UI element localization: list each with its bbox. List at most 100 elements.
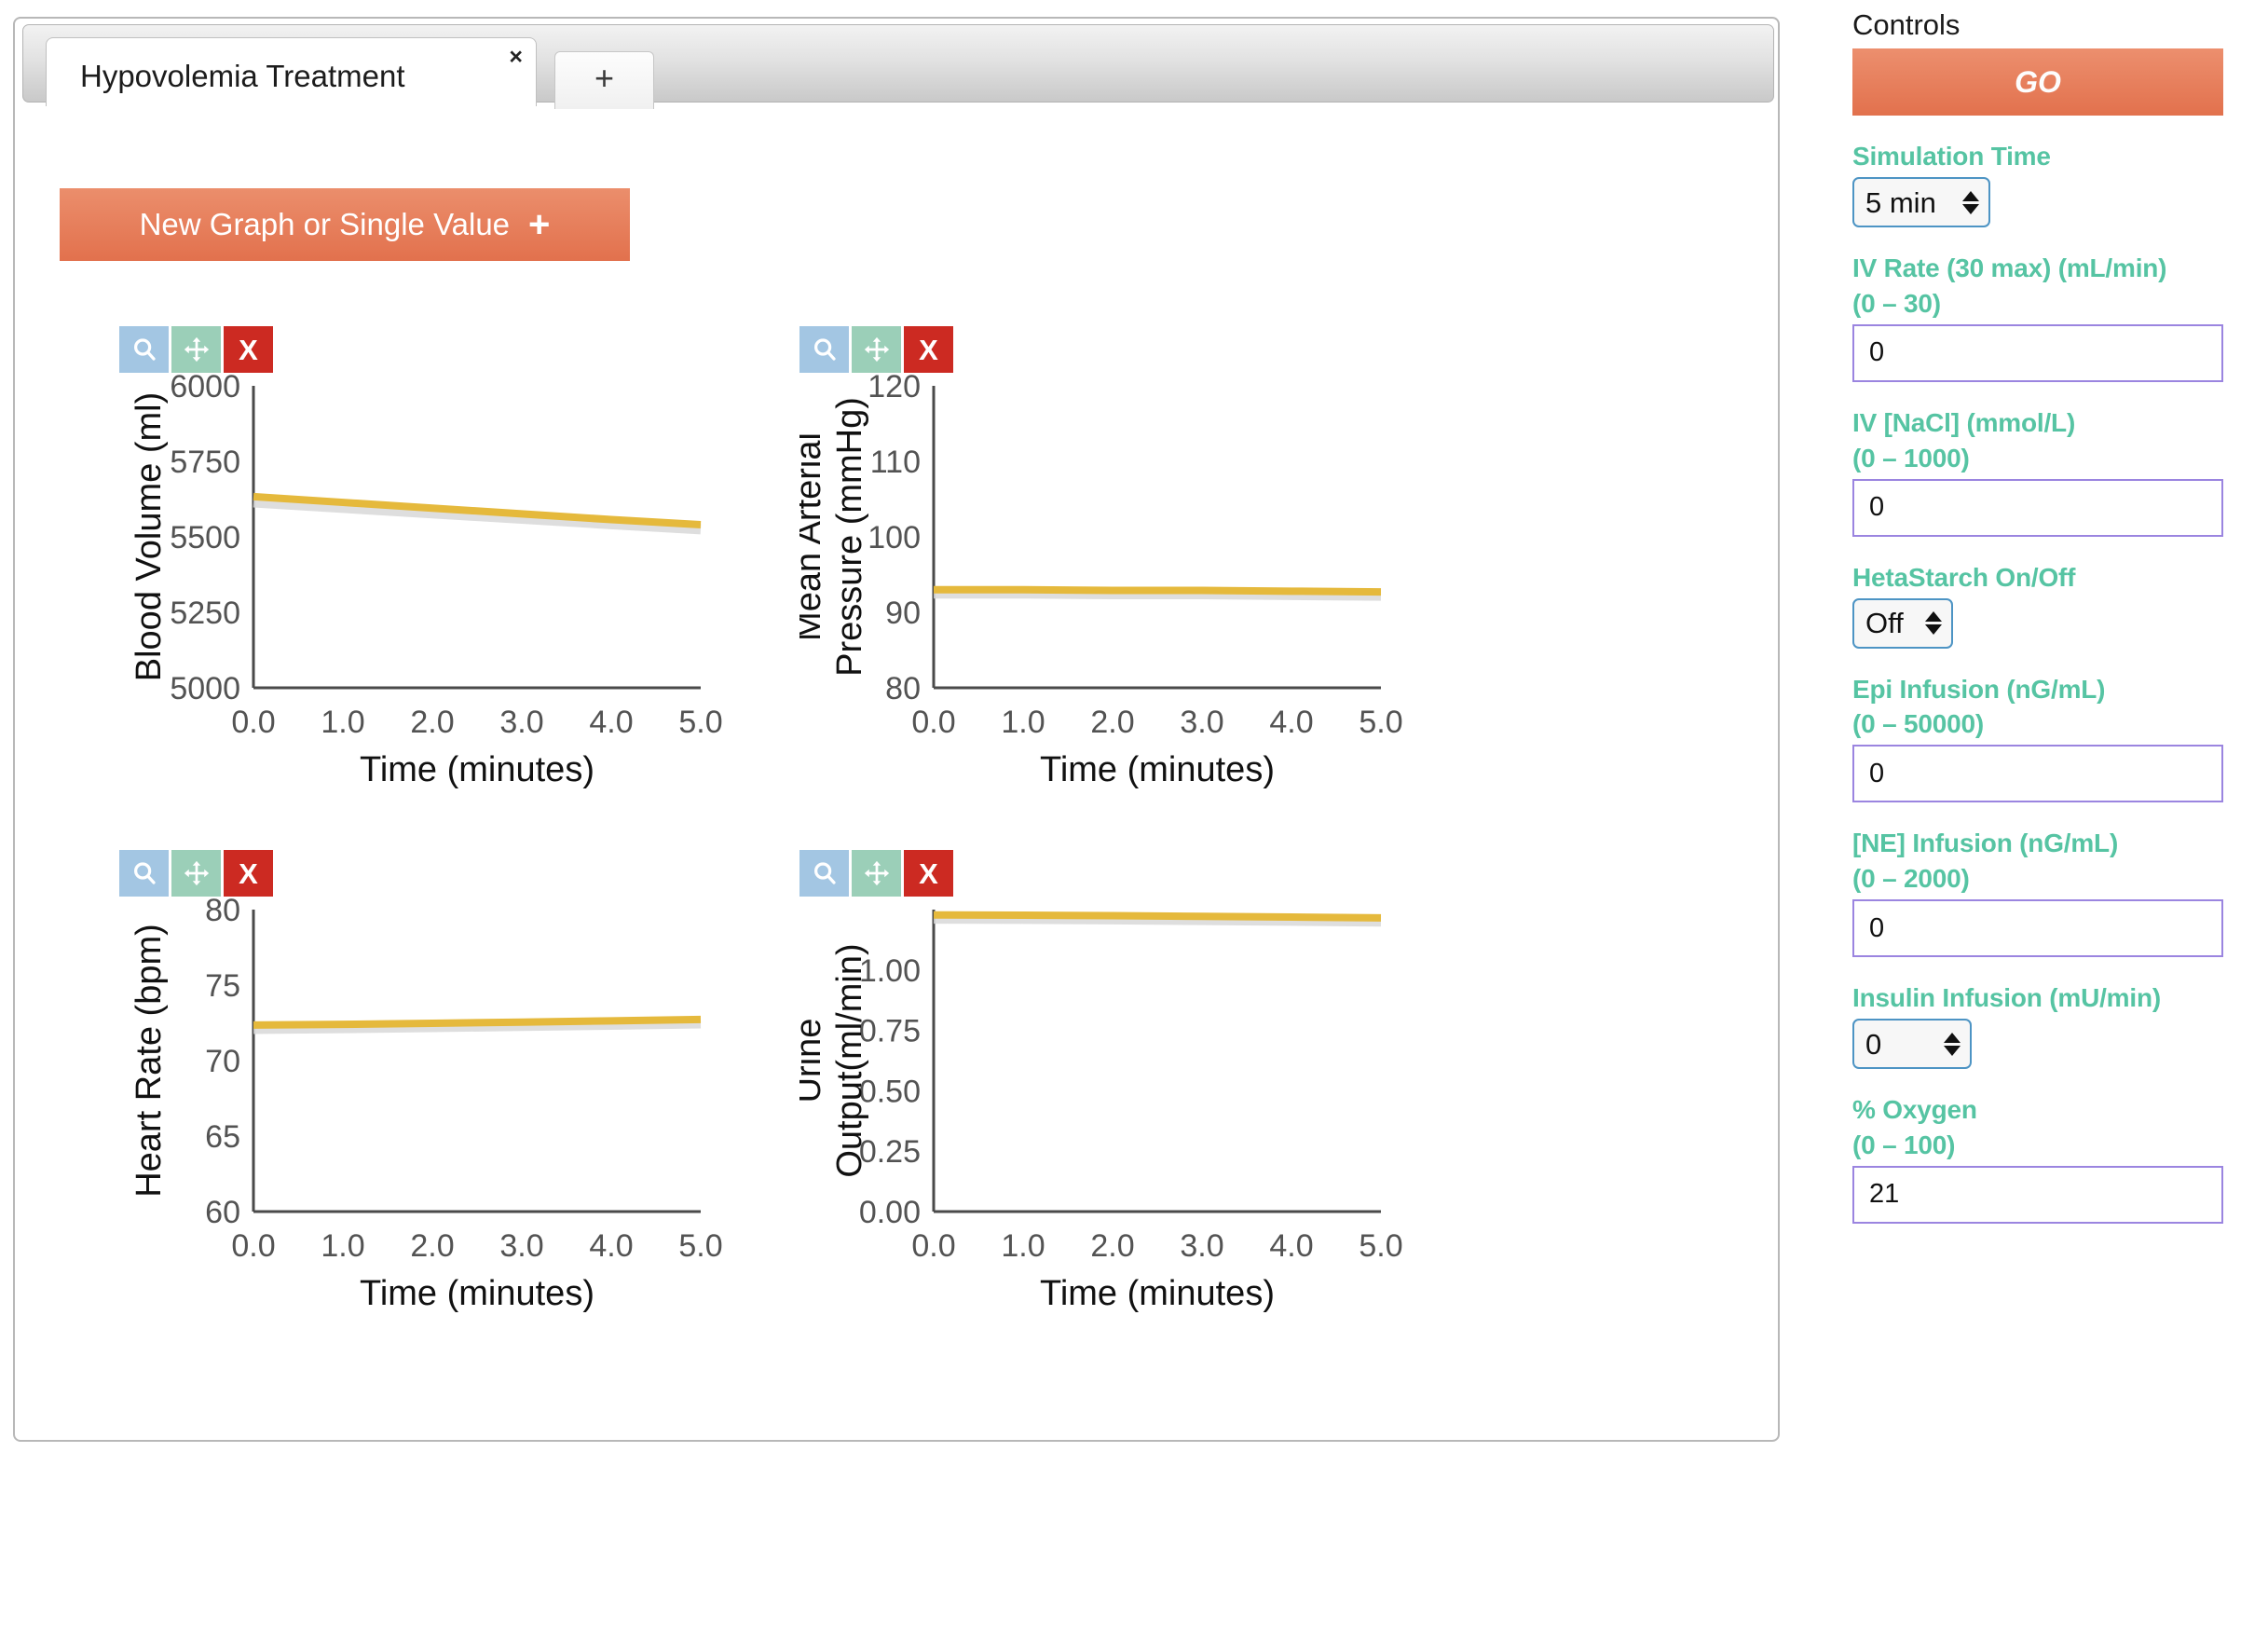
control-label: Insulin Infusion (mU/min) (1852, 983, 2244, 1013)
tab-label: Hypovolemia Treatment (80, 59, 404, 94)
svg-text:3.0: 3.0 (499, 1228, 543, 1264)
zoom-icon[interactable] (799, 850, 849, 897)
svg-text:0.0: 0.0 (231, 1228, 275, 1264)
control-group: IV [NaCl] (mmol/L) (0 – 1000) (1852, 408, 2244, 537)
svg-text:4.0: 4.0 (1269, 1228, 1313, 1264)
control-label: % Oxygen (1852, 1095, 2244, 1125)
svg-text:80: 80 (205, 895, 240, 928)
svg-text:5000: 5000 (170, 671, 240, 706)
control-range: (0 – 50000) (1852, 709, 2244, 739)
control-group: [NE] Infusion (nG/mL)(0 – 2000) (1852, 829, 2244, 957)
svg-text:Heart Rate (bpm): Heart Rate (bpm) (130, 924, 169, 1198)
control-group: HetaStarch On/OffOff (1852, 563, 2244, 649)
svg-text:0.0: 0.0 (231, 705, 275, 740)
move-icon[interactable] (171, 850, 221, 897)
svg-text:Time (minutes): Time (minutes) (360, 750, 594, 789)
control-input[interactable] (1852, 324, 2223, 382)
svg-text:2.0: 2.0 (1090, 1228, 1134, 1264)
control-range: (0 – 1000) (1852, 444, 2244, 473)
control-group: Insulin Infusion (mU/min) 0 (1852, 983, 2244, 1069)
svg-text:Time (minutes): Time (minutes) (1040, 1274, 1275, 1313)
plot-3: 60657075800.01.02.03.04.05.0Time (minute… (119, 895, 725, 1323)
svg-text:90: 90 (885, 596, 921, 631)
main-panel: Hypovolemia Treatment × + New Graph or S… (13, 17, 1780, 1442)
go-button[interactable]: GO (1852, 48, 2223, 116)
control-input[interactable] (1852, 1166, 2223, 1224)
controls-title: Controls (1852, 9, 2244, 41)
control-group: Simulation Time 5 min (1852, 142, 2244, 227)
svg-text:5.0: 5.0 (678, 1228, 722, 1264)
control-select-value: Off (1865, 609, 1904, 637)
svg-text:2.0: 2.0 (410, 1228, 454, 1264)
plus-icon: + (555, 62, 653, 95)
tab-hypovolemia-treatment[interactable]: Hypovolemia Treatment × (46, 37, 537, 106)
control-label: IV [NaCl] (mmol/L) (1852, 408, 2244, 438)
svg-text:5.0: 5.0 (1359, 705, 1402, 740)
move-icon[interactable] (171, 326, 221, 373)
svg-text:Time (minutes): Time (minutes) (360, 1274, 594, 1313)
control-input[interactable] (1852, 899, 2223, 957)
svg-text:1.0: 1.0 (1001, 1228, 1045, 1264)
control-select[interactable]: 5 min (1852, 177, 1990, 227)
control-select-value: 0 (1865, 1030, 1881, 1059)
close-icon[interactable]: X (224, 326, 273, 373)
svg-text:120: 120 (868, 371, 921, 404)
control-select-value: 5 min (1865, 188, 1936, 217)
move-icon[interactable] (852, 326, 901, 373)
plot-4: 0.000.250.500.751.000.01.02.03.04.05.0Ti… (799, 895, 1405, 1323)
control-fields: Simulation Time 5 min IV Rate (30 max) (mL… (1852, 142, 2244, 1224)
svg-text:0.0: 0.0 (911, 1228, 955, 1264)
svg-text:3.0: 3.0 (499, 705, 543, 740)
svg-text:4.0: 4.0 (589, 1228, 633, 1264)
svg-text:5.0: 5.0 (678, 705, 722, 740)
move-icon[interactable] (852, 850, 901, 897)
control-group: % Oxygen (0 – 100) (1852, 1095, 2244, 1224)
svg-text:3.0: 3.0 (1180, 1228, 1223, 1264)
control-label: Epi Infusion (nG/mL) (1852, 675, 2244, 705)
svg-text:Output(ml/min): Output(ml/min) (830, 943, 869, 1177)
tab-bar: Hypovolemia Treatment × + (22, 24, 1774, 103)
close-icon[interactable]: × (509, 46, 523, 69)
svg-text:1.0: 1.0 (1001, 705, 1045, 740)
control-label: [NE] Infusion (nG/mL) (1852, 829, 2244, 858)
control-range: (0 – 100) (1852, 1130, 2244, 1160)
svg-text:Time (minutes): Time (minutes) (1040, 750, 1275, 789)
chevron-updown-icon[interactable] (1925, 611, 1942, 635)
plot-1: 500052505500575060000.01.02.03.04.05.0Ti… (119, 371, 725, 800)
zoom-icon[interactable] (799, 326, 849, 373)
svg-text:5.0: 5.0 (1359, 1228, 1402, 1264)
control-select[interactable]: 0 (1852, 1019, 1972, 1069)
close-icon[interactable]: X (224, 850, 273, 897)
app-root: Hypovolemia Treatment × + New Graph or S… (0, 0, 2268, 1644)
svg-text:5500: 5500 (170, 520, 240, 555)
control-select[interactable]: Off (1852, 598, 1953, 649)
svg-text:80: 80 (885, 671, 921, 706)
svg-text:110: 110 (870, 445, 921, 480)
close-icon[interactable]: X (904, 850, 953, 897)
control-group: IV Rate (30 max) (mL/min)(0 – 30) (1852, 253, 2244, 382)
svg-text:6000: 6000 (170, 371, 240, 404)
new-graph-or-single-value-button[interactable]: New Graph or Single Value + (60, 188, 630, 261)
chevron-updown-icon[interactable] (1944, 1033, 1961, 1056)
svg-text:65: 65 (205, 1119, 240, 1155)
svg-text:0.0: 0.0 (911, 705, 955, 740)
chevron-updown-icon[interactable] (1962, 191, 1979, 214)
control-input[interactable] (1852, 479, 2223, 537)
control-group: Epi Infusion (nG/mL) (0 – 50000) (1852, 675, 2244, 803)
svg-text:75: 75 (205, 968, 240, 1004)
chart-toolbar: X (799, 850, 953, 897)
svg-text:5250: 5250 (170, 596, 240, 631)
svg-text:Urine: Urine (799, 1019, 828, 1103)
add-tab-button[interactable]: + (554, 51, 654, 109)
svg-text:70: 70 (205, 1044, 240, 1079)
control-input[interactable] (1852, 745, 2223, 802)
control-label: Simulation Time (1852, 142, 2244, 171)
svg-text:Pressure (mmHg): Pressure (mmHg) (830, 397, 869, 677)
zoom-icon[interactable] (119, 850, 169, 897)
close-icon[interactable]: X (904, 326, 953, 373)
svg-text:3.0: 3.0 (1180, 705, 1223, 740)
svg-text:4.0: 4.0 (589, 705, 633, 740)
svg-text:2.0: 2.0 (1090, 705, 1134, 740)
chart-toolbar: X (119, 326, 273, 373)
zoom-icon[interactable] (119, 326, 169, 373)
